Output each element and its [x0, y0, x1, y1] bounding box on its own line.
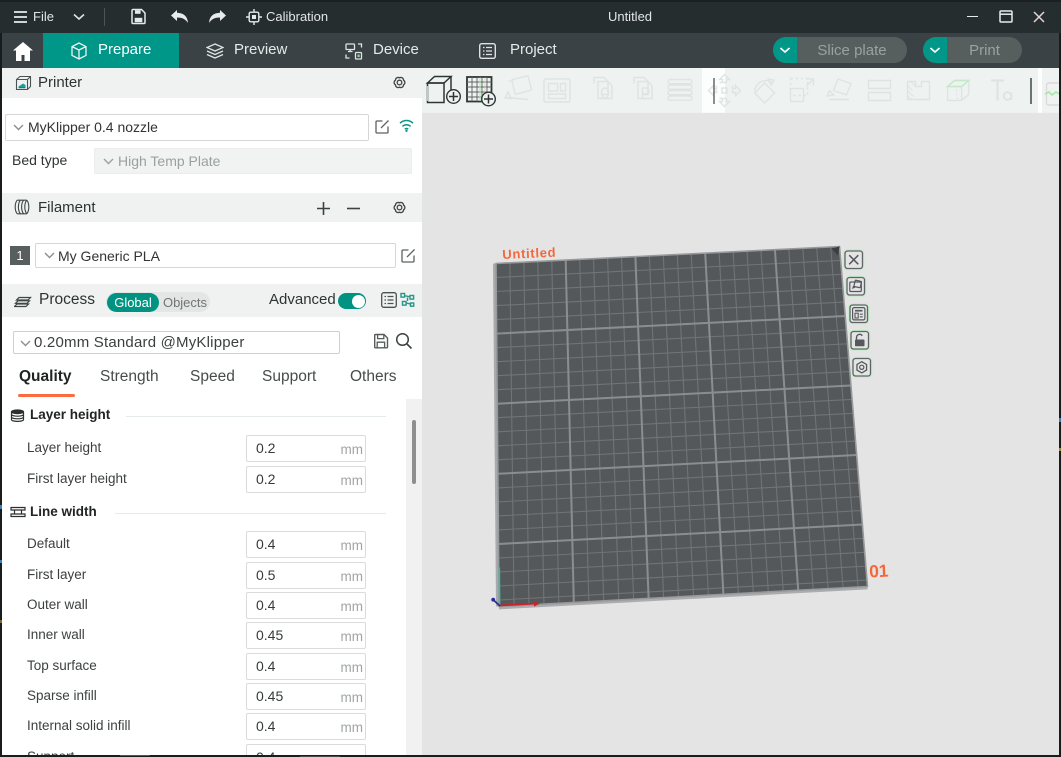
svg-text:Untitled: Untitled: [502, 245, 557, 262]
svg-text:01: 01: [869, 560, 890, 581]
